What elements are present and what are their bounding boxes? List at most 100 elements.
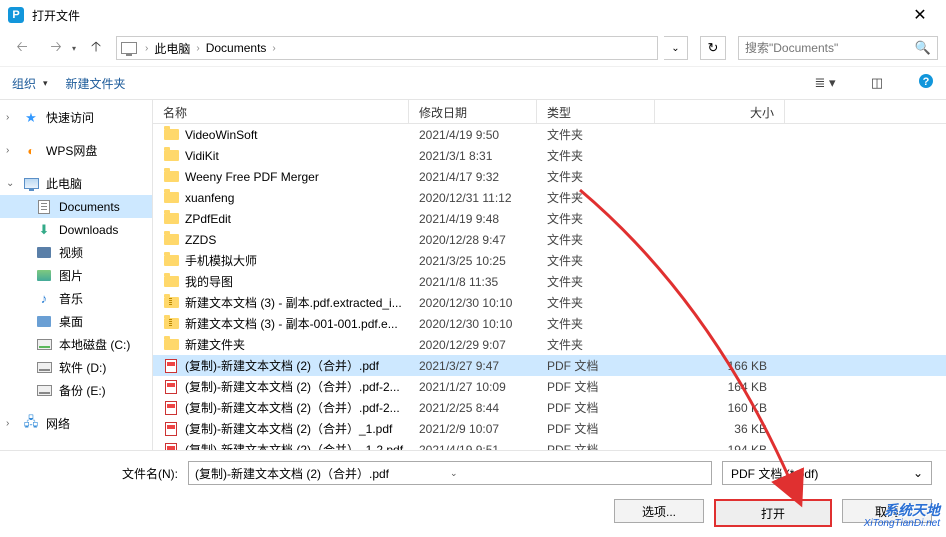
file-type: 文件夹 (547, 336, 665, 353)
file-name: (复制)-新建文本文档 (2)（合并）.pdf (185, 357, 419, 374)
refresh-button[interactable]: ↻ (700, 36, 726, 60)
nav-history-dropdown[interactable]: ▾ (72, 44, 76, 53)
file-row[interactable]: (复制)-新建文本文档 (2)（合并）_1-2.pdf2021/4/19 9:5… (153, 439, 946, 450)
organize-button[interactable]: 组织 (12, 75, 48, 92)
file-row[interactable]: ZZDS2020/12/28 9:47文件夹 (153, 229, 946, 250)
search-input[interactable] (745, 41, 915, 55)
file-row[interactable]: Weeny Free PDF Merger2021/4/17 9:32文件夹 (153, 166, 946, 187)
search-box[interactable]: 🔍 (738, 36, 938, 60)
watermark: 系统天地 XiTongTianDi.net (864, 503, 940, 529)
pdf-icon (163, 380, 179, 394)
folder-icon (163, 254, 179, 268)
file-type: 文件夹 (547, 231, 665, 248)
search-icon[interactable]: 🔍 (915, 40, 931, 56)
sidebar-item-label: 此电脑 (46, 175, 82, 192)
file-date: 2021/3/1 8:31 (419, 149, 547, 163)
sidebar-item-disk-e[interactable]: 备份 (E:) (0, 379, 152, 402)
file-row[interactable]: VidiKit2021/3/1 8:31文件夹 (153, 145, 946, 166)
address-bar[interactable]: › 此电脑 › Documents › (116, 36, 658, 60)
file-date: 2021/4/19 9:50 (419, 128, 547, 142)
sidebar-item-quick-access[interactable]: ›★快速访问 (0, 106, 152, 129)
pdf-icon (163, 422, 179, 436)
sidebar-item-music[interactable]: ♪音乐 (0, 287, 152, 310)
close-button[interactable]: ✕ (902, 0, 938, 30)
col-size[interactable]: 大小 (655, 100, 785, 123)
sidebar-item-downloads[interactable]: ⬇Downloads (0, 218, 152, 241)
filename-label: 文件名(N): (122, 465, 178, 482)
view-mode-button[interactable]: ≣ ▾ (808, 72, 842, 94)
sidebar-item-videos[interactable]: 视频 (0, 241, 152, 264)
sidebar-item-label: Downloads (59, 223, 118, 237)
file-size: 194 KB (665, 443, 781, 451)
col-type[interactable]: 类型 (537, 100, 655, 123)
new-folder-button[interactable]: 新建文件夹 (66, 75, 126, 92)
breadcrumb-sep: › (192, 43, 203, 54)
file-row[interactable]: ZPdfEdit2021/4/19 9:48文件夹 (153, 208, 946, 229)
sidebar-item-disk-c[interactable]: 本地磁盘 (C:) (0, 333, 152, 356)
nav-back-button[interactable]: 🡠 (8, 36, 36, 60)
file-date: 2020/12/28 9:47 (419, 233, 547, 247)
file-row[interactable]: xuanfeng2020/12/31 11:12文件夹 (153, 187, 946, 208)
preview-pane-button[interactable]: ◫ (860, 72, 894, 94)
sidebar-item-pictures[interactable]: 图片 (0, 264, 152, 287)
file-name: (复制)-新建文本文档 (2)（合并）.pdf-2... (185, 399, 419, 416)
file-type: 文件夹 (547, 273, 665, 290)
options-button[interactable]: 选项... (614, 499, 704, 523)
file-size: 164 KB (665, 380, 781, 394)
file-row[interactable]: (复制)-新建文本文档 (2)（合并）_1.pdf2021/2/9 10:07P… (153, 418, 946, 439)
sidebar-item-this-pc[interactable]: ⌄此电脑 (0, 172, 152, 195)
file-row[interactable]: 新建文本文档 (3) - 副本.pdf.extracted_i...2020/1… (153, 292, 946, 313)
file-type: 文件夹 (547, 252, 665, 269)
col-name[interactable]: 名称 (153, 100, 409, 123)
file-date: 2021/4/17 9:32 (419, 170, 547, 184)
dialog-footer: 文件名(N): (复制)-新建文本文档 (2)（合并）.pdf ⌄ PDF 文档… (0, 450, 946, 537)
file-type: PDF 文档 (547, 399, 665, 416)
file-row[interactable]: (复制)-新建文本文档 (2)（合并）.pdf2021/3/27 9:47PDF… (153, 355, 946, 376)
file-row[interactable]: (复制)-新建文本文档 (2)（合并）.pdf-2...2021/1/27 10… (153, 376, 946, 397)
col-date[interactable]: 修改日期 (409, 100, 537, 123)
file-type: 文件夹 (547, 168, 665, 185)
file-type: 文件夹 (547, 294, 665, 311)
sidebar-item-wps-cloud[interactable]: ›◐WPS网盘 (0, 139, 152, 162)
open-button[interactable]: 打开 (714, 499, 832, 527)
folder-icon (163, 233, 179, 247)
file-type: PDF 文档 (547, 378, 665, 395)
breadcrumb[interactable]: 此电脑 (152, 40, 192, 57)
file-row[interactable]: VideoWinSoft2021/4/19 9:50文件夹 (153, 124, 946, 145)
file-type: 文件夹 (547, 147, 665, 164)
filename-input[interactable]: (复制)-新建文本文档 (2)（合并）.pdf ⌄ (188, 461, 712, 485)
chevron-down-icon[interactable]: ⌄ (450, 468, 705, 479)
file-row[interactable]: 我的导图2021/1/8 11:35文件夹 (153, 271, 946, 292)
file-name: (复制)-新建文本文档 (2)（合并）.pdf-2... (185, 378, 419, 395)
file-row[interactable]: 新建文本文档 (3) - 副本-001-001.pdf.e...2020/12/… (153, 313, 946, 334)
sidebar-item-label: 桌面 (59, 313, 83, 330)
file-name: 新建文本文档 (3) - 副本-001-001.pdf.e... (185, 315, 419, 332)
file-row[interactable]: (复制)-新建文本文档 (2)（合并）.pdf-2...2021/2/25 8:… (153, 397, 946, 418)
sidebar-item-network[interactable]: ›🖧网络 (0, 412, 152, 435)
sidebar-item-label: 本地磁盘 (C:) (59, 336, 130, 353)
file-date: 2021/2/9 10:07 (419, 422, 547, 436)
toolbar: 组织 新建文件夹 ≣ ▾ ◫ ? (0, 66, 946, 100)
filter-label: PDF 文档 (*.pdf) (731, 465, 818, 482)
file-name: Weeny Free PDF Merger (185, 170, 419, 184)
column-headers: 名称 修改日期 类型 大小 (153, 100, 946, 124)
nav-up-button[interactable]: 🡡 (82, 36, 110, 60)
breadcrumb[interactable]: Documents (204, 41, 269, 55)
sidebar-item-disk-d[interactable]: 软件 (D:) (0, 356, 152, 379)
file-type: 文件夹 (547, 126, 665, 143)
file-name: (复制)-新建文本文档 (2)（合并）_1.pdf (185, 420, 419, 437)
sidebar-item-documents[interactable]: Documents (0, 195, 152, 218)
file-type-filter[interactable]: PDF 文档 (*.pdf) ⌄ (722, 461, 932, 485)
address-dropdown[interactable]: ⌄ (664, 36, 688, 60)
help-icon[interactable]: ? (918, 73, 934, 93)
file-date: 2021/3/27 9:47 (419, 359, 547, 373)
sidebar-item-desktop[interactable]: 桌面 (0, 310, 152, 333)
sidebar-item-label: 视频 (59, 244, 83, 261)
file-size: 166 KB (665, 359, 781, 373)
file-row[interactable]: 新建文件夹2020/12/29 9:07文件夹 (153, 334, 946, 355)
file-date: 2021/1/8 11:35 (419, 275, 547, 289)
file-name: ZZDS (185, 233, 419, 247)
file-row[interactable]: 手机模拟大师2021/3/25 10:25文件夹 (153, 250, 946, 271)
filename-value: (复制)-新建文本文档 (2)（合并）.pdf (195, 465, 450, 482)
breadcrumb-sep: › (141, 43, 152, 54)
